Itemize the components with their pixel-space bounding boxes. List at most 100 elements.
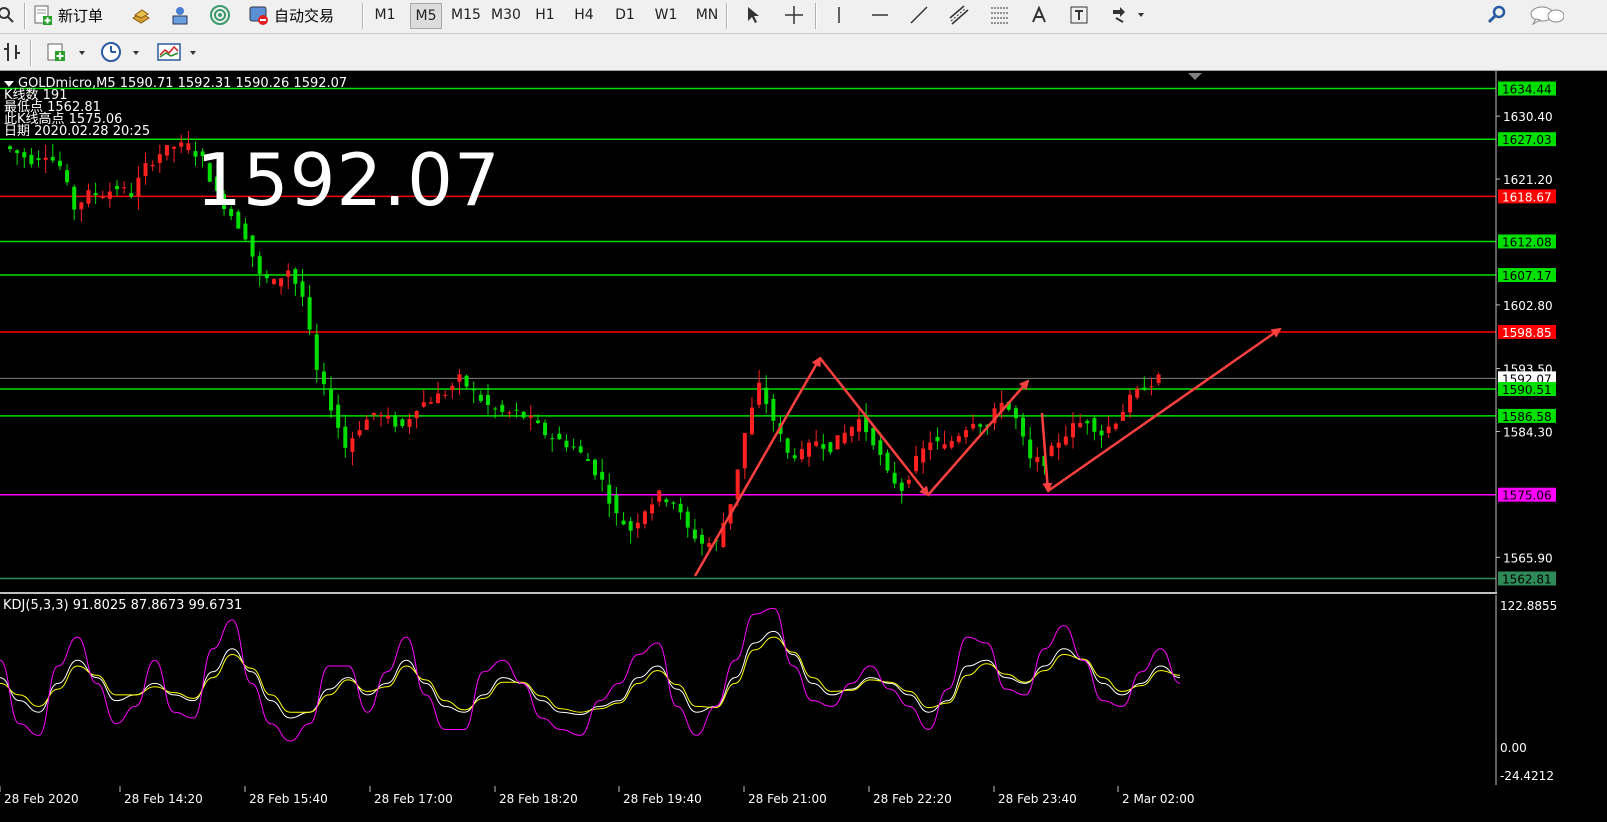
candle-body [621,520,626,525]
candle-body [364,419,369,430]
candle-body [129,193,134,197]
search-icon[interactable] [1484,3,1510,27]
candle-body [564,440,569,448]
clock-icon[interactable] [98,40,144,64]
candle-body [286,270,291,277]
candle-body [807,442,812,457]
templates-icon[interactable] [155,40,201,64]
candle-body [764,387,769,404]
autotrade-label: 自动交易 [274,6,335,25]
fibonacci-icon[interactable] [987,3,1013,27]
timeframe-mn-button[interactable]: MN [690,3,724,27]
candle-body [593,459,597,476]
level-price-label-3: 1612.08 [1502,235,1552,249]
info-line-date: 日期 2020.02.28 20:25 [4,124,151,139]
timeframe-m5-button[interactable]: M5 [410,3,442,29]
level-price-label-10: 1562.81 [1502,573,1552,587]
price-tick-2: 1602.80 [1503,299,1553,313]
signal-icon[interactable] [207,3,233,27]
candle-body [386,415,391,419]
collapse-triangle-icon[interactable] [4,80,14,87]
candlesticks [8,130,1161,556]
periodicity-icon[interactable] [0,40,26,64]
cursor-icon[interactable] [740,3,766,27]
candle-body [956,436,961,442]
candle-body [571,446,576,448]
candle-body [122,187,127,189]
time-label-4: 28 Feb 18:20 [499,792,578,806]
indicators-icon[interactable] [44,40,90,64]
arrow-tools-icon[interactable] [1108,3,1148,27]
candle-body [757,382,762,405]
candle-body [1106,426,1111,433]
candle-body [814,441,819,446]
market-watch-icon[interactable] [167,3,193,27]
candle-body [343,426,348,448]
candle-body [414,411,419,419]
candle-body [65,170,70,183]
time-label-5: 28 Feb 19:40 [623,792,702,806]
trend-arrow-2[interactable] [927,379,1030,496]
candle-body [963,430,968,438]
timeframe-w1-button[interactable]: W1 [651,3,681,27]
candle-body [1056,442,1061,448]
candle-body [692,529,697,539]
timeframe-h1-button[interactable]: H1 [530,3,560,27]
text-label-icon[interactable] [1066,3,1092,27]
candle-body [899,482,904,491]
kdj-chart[interactable]: 122.8855 0.00 -24.4212 [0,595,1607,785]
candle-body [942,444,947,449]
big-price-display: 1592.07 [196,138,501,222]
candle-body [507,412,512,414]
candle-body [921,448,926,463]
new-order-button[interactable]: 新订单 [32,2,103,28]
candle-body [785,438,790,453]
candle-body [642,511,647,525]
candle-body [1078,422,1083,427]
candle-body [550,438,555,440]
candle-body [650,504,655,514]
crosshair-icon[interactable] [781,3,807,27]
search-icon[interactable] [0,3,20,27]
price-tick-1: 1621.20 [1503,173,1553,187]
candle-body [856,419,861,432]
equidistant-channel-icon[interactable] [946,3,972,27]
candle-body [1156,374,1161,383]
candle-body [307,297,312,330]
autotrade-button[interactable]: 自动交易 [248,2,334,28]
timeframe-m1-button[interactable]: M1 [370,3,400,27]
candle-body [8,146,12,150]
timeframe-d1-button[interactable]: D1 [610,3,640,27]
candle-body [1149,386,1154,388]
candle-body [29,154,34,165]
text-icon[interactable] [1026,3,1052,27]
trend-arrow-4[interactable] [1047,327,1282,493]
candle-body [186,143,191,151]
candle-body [535,420,540,423]
trendline-icon[interactable] [906,3,932,27]
timeframe-m15-button[interactable]: M15 [448,3,484,27]
trend-arrow-3[interactable] [1040,412,1053,493]
candle-body [421,402,426,407]
candle-body [1128,394,1133,413]
candle-body [635,522,640,529]
chat-icon[interactable] [1526,3,1566,27]
kdj-j-line [0,607,1181,742]
candle-body [1113,423,1118,429]
candle-body [100,196,105,198]
candle-body [15,150,20,154]
vertical-line-icon[interactable] [826,3,852,27]
candle-body [835,435,840,450]
timeframe-h4-button[interactable]: H4 [569,3,599,27]
pane-divider[interactable] [0,592,1497,594]
candle-body [136,177,141,197]
timeframe-m30-button[interactable]: M30 [489,3,523,27]
chart-shift-marker[interactable] [1188,73,1202,80]
horizontal-line-icon[interactable] [867,3,893,27]
candle-body [1063,436,1068,445]
gold-icon[interactable] [128,3,154,27]
candle-body [300,281,305,297]
candle-body [664,499,669,503]
level-price-label-2: 1618.67 [1502,190,1552,204]
time-label-6: 28 Feb 21:00 [748,792,827,806]
